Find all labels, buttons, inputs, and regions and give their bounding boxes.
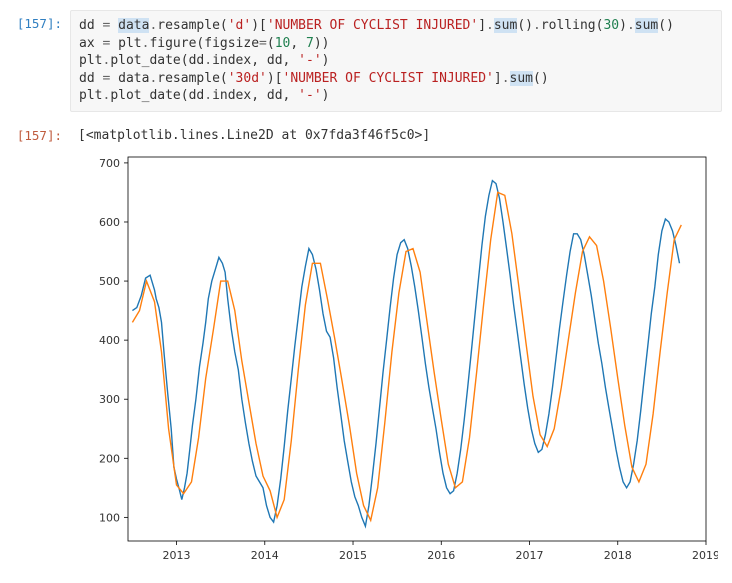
svg-text:100: 100: [99, 511, 120, 524]
input-prompt: [157]:: [0, 10, 70, 31]
output-prompt: [157]:: [0, 122, 70, 143]
svg-text:600: 600: [99, 216, 120, 229]
selection: data: [118, 18, 149, 33]
svg-text:700: 700: [99, 157, 120, 170]
svg-text:300: 300: [99, 393, 120, 406]
output-repr: [<matplotlib.lines.Line2D at 0x7fda3f46f…: [70, 122, 722, 147]
input-cell: [157]: dd = data.resample('d')['NUMBER O…: [0, 10, 722, 112]
code-editor[interactable]: dd = data.resample('d')['NUMBER OF CYCLI…: [70, 10, 722, 112]
line-chart: 1002003004005006007002013201420152016201…: [78, 149, 718, 569]
svg-text:400: 400: [99, 334, 120, 347]
svg-text:200: 200: [99, 452, 120, 465]
output-cell: [157]: [<matplotlib.lines.Line2D at 0x7f…: [0, 122, 722, 147]
chart-output: 1002003004005006007002013201420152016201…: [70, 147, 722, 573]
svg-text:500: 500: [99, 275, 120, 288]
